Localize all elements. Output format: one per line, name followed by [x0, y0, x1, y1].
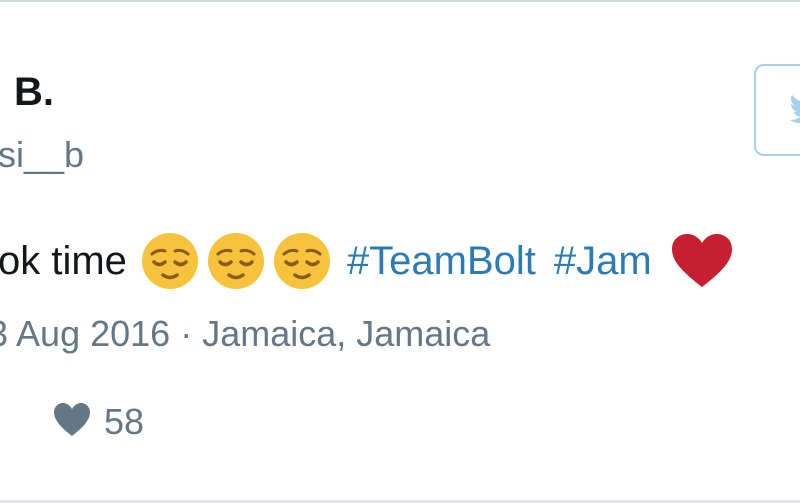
tweet-text-lead: ok time	[0, 238, 127, 283]
tweet-location[interactable]: Jamaica, Jamaica	[202, 313, 490, 354]
relieved-face-emoji	[207, 232, 265, 290]
relieved-face-emoji	[273, 232, 331, 290]
relieved-face-emoji	[141, 232, 199, 290]
red-heart-emoji	[670, 232, 734, 290]
twitter-bird-icon	[788, 92, 800, 133]
card-top-border	[0, 0, 800, 2]
like-button[interactable]: 58	[52, 401, 145, 443]
user-handle[interactable]: si__b	[0, 134, 84, 176]
like-count: 58	[104, 401, 145, 442]
follow-button[interactable]	[754, 64, 800, 156]
display-name[interactable]: B.	[14, 70, 54, 115]
tweet-text: ok time #TeamBolt #Jam	[0, 229, 734, 293]
tweet-meta: 3 Aug 2016 · Jamaica, Jamaica	[0, 313, 490, 355]
hashtag-jam-link[interactable]: #Jam	[554, 239, 652, 284]
hashtag-teambolt-link[interactable]: #TeamBolt	[347, 239, 536, 284]
heart-icon	[52, 402, 92, 443]
meta-separator: ·	[180, 313, 193, 354]
tweet-date[interactable]: 3 Aug 2016	[0, 313, 170, 354]
